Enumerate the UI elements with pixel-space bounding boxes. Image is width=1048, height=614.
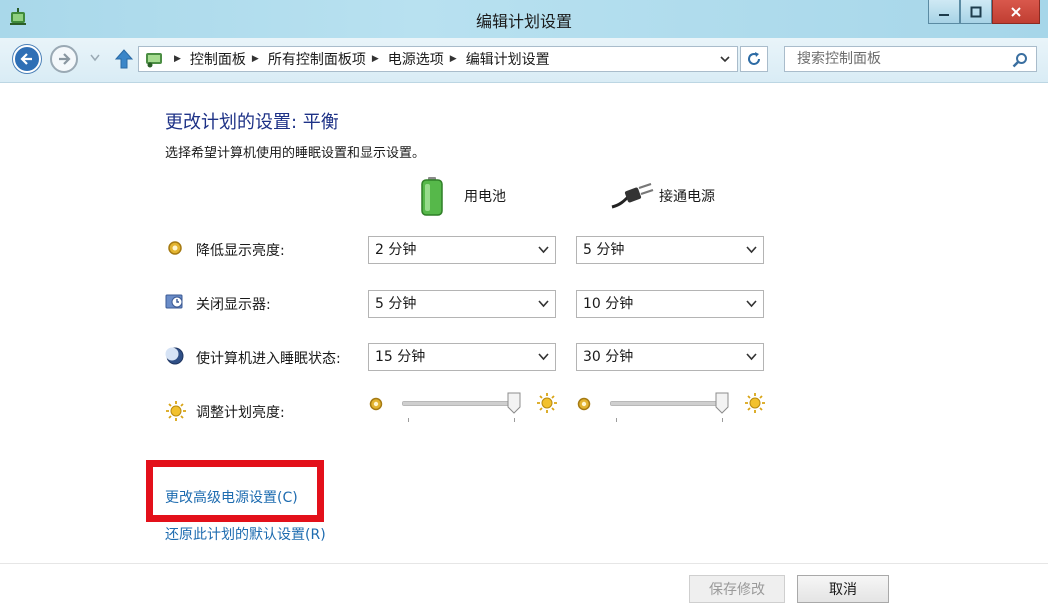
row-label-sleep: 使计算机进入睡眠状态: [196, 351, 341, 367]
sleep-moon-icon [165, 347, 184, 365]
page-description: 选择希望计算机使用的睡眠设置和显示设置。 [165, 146, 426, 161]
minimize-button[interactable] [928, 0, 960, 24]
close-button[interactable] [992, 0, 1040, 24]
window-title: 编辑计划设置 [475, 12, 572, 31]
row-label-turn-off-display: 关闭显示器: [196, 297, 271, 313]
brightness-low-icon [577, 397, 591, 411]
dim-display-plugged-select[interactable]: 5 分钟 [576, 236, 764, 264]
highlight-annotation-box [146, 460, 324, 522]
slider-tick [616, 418, 617, 422]
column-header-plugged-in: 接通电源 [659, 189, 715, 205]
chevron-down-icon [90, 54, 100, 62]
save-changes-button[interactable]: 保存修改 [689, 575, 785, 603]
slider-tick [514, 418, 515, 422]
power-plug-icon [611, 183, 654, 209]
chevron-down-icon[interactable] [719, 53, 731, 65]
slider-track[interactable] [402, 401, 520, 406]
breadcrumb-control-panel[interactable]: 控制面板 [190, 49, 246, 69]
slider-tick [408, 418, 409, 422]
select-value: 30 分钟 [583, 349, 634, 365]
dim-display-icon [168, 241, 182, 255]
turn-off-display-plugged-select[interactable]: 10 分钟 [576, 290, 764, 318]
forward-button[interactable] [50, 45, 78, 73]
select-value: 10 分钟 [583, 296, 634, 312]
brightness-battery-slider[interactable] [368, 392, 558, 426]
turn-off-display-battery-select[interactable]: 5 分钟 [368, 290, 556, 318]
chevron-down-icon [538, 246, 549, 254]
breadcrumb-separator: ▶ [174, 54, 181, 64]
brightness-high-icon [537, 393, 557, 413]
chevron-down-icon [746, 353, 757, 361]
minimize-icon [939, 13, 949, 16]
display-off-icon [165, 294, 183, 309]
address-bar[interactable]: ▶ 控制面板 ▶ 所有控制面板项 ▶ 电源选项 ▶ 编辑计划设置 [138, 46, 738, 72]
restore-defaults-link[interactable]: 还原此计划的默认设置(R) [165, 524, 326, 544]
title-bar: 编辑计划设置 [0, 0, 1048, 38]
breadcrumb-edit-plan[interactable]: 编辑计划设置 [466, 49, 550, 69]
maximize-button[interactable] [960, 0, 992, 24]
page-title: 更改计划的设置: 平衡 [165, 112, 339, 133]
row-label-dim-display: 降低显示亮度: [196, 243, 285, 259]
search-icon[interactable] [1012, 52, 1028, 68]
search-box[interactable] [784, 46, 1037, 72]
sleep-battery-select[interactable]: 15 分钟 [368, 343, 556, 371]
breadcrumb-separator[interactable]: ▶ [450, 54, 457, 64]
breadcrumb-power-options[interactable]: 电源选项 [388, 49, 444, 69]
brightness-plugged-slider[interactable] [576, 392, 766, 426]
control-panel-icon [146, 53, 162, 68]
chevron-down-icon [746, 246, 757, 254]
up-arrow-icon[interactable] [113, 47, 135, 71]
navigation-bar: ▶ 控制面板 ▶ 所有控制面板项 ▶ 电源选项 ▶ 编辑计划设置 [0, 38, 1048, 83]
breadcrumb-separator[interactable]: ▶ [252, 54, 259, 64]
row-label-brightness: 调整计划亮度: [196, 405, 285, 421]
chevron-down-icon [538, 300, 549, 308]
select-value: 15 分钟 [375, 349, 426, 365]
maximize-icon [970, 6, 982, 17]
brightness-low-icon [369, 397, 383, 411]
chevron-down-icon [746, 300, 757, 308]
column-header-battery: 用电池 [464, 189, 506, 205]
footer-divider [0, 563, 1048, 564]
brightness-sun-icon [166, 401, 186, 421]
slider-track[interactable] [610, 401, 728, 406]
slider-thumb[interactable] [507, 392, 521, 414]
breadcrumb-all-items[interactable]: 所有控制面板项 [268, 49, 366, 69]
select-value: 2 分钟 [375, 242, 417, 258]
slider-fill [611, 402, 722, 405]
back-button[interactable] [13, 45, 41, 73]
forward-arrow-icon [59, 53, 71, 65]
slider-thumb[interactable] [715, 392, 729, 414]
dim-display-battery-select[interactable]: 2 分钟 [368, 236, 556, 264]
back-arrow-icon [20, 53, 32, 65]
sleep-plugged-select[interactable]: 30 分钟 [576, 343, 764, 371]
battery-icon [421, 177, 443, 216]
breadcrumb-separator[interactable]: ▶ [372, 54, 379, 64]
refresh-button[interactable] [740, 46, 768, 72]
select-value: 5 分钟 [583, 242, 625, 258]
search-input[interactable] [795, 47, 1009, 71]
cancel-button[interactable]: 取消 [797, 575, 889, 603]
slider-tick [722, 418, 723, 422]
brightness-high-icon [745, 393, 765, 413]
recent-pages-button[interactable] [88, 51, 102, 65]
refresh-icon [748, 52, 760, 65]
slider-fill [403, 402, 514, 405]
close-icon [1011, 6, 1021, 17]
select-value: 5 分钟 [375, 296, 417, 312]
chevron-down-icon [538, 353, 549, 361]
